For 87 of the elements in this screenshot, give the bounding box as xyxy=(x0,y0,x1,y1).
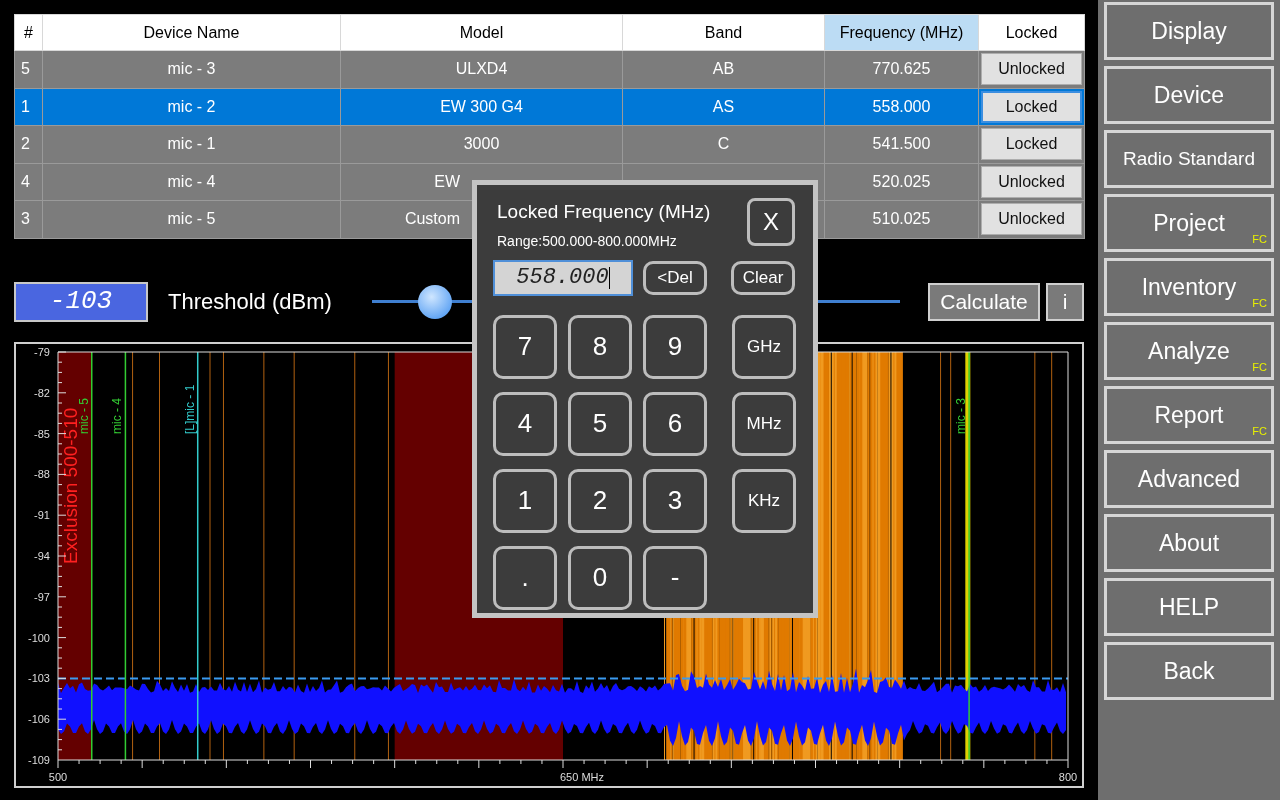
fc-label: FC xyxy=(1252,359,1267,375)
table-cell: 4 xyxy=(14,163,43,201)
axis-tick-label: -97 xyxy=(34,590,50,603)
table-cell: 510.025 xyxy=(824,200,979,238)
table-cell: 541.500 xyxy=(824,125,979,163)
sidebar-button[interactable]: HELP xyxy=(1104,578,1274,636)
table-cell: mic - 1 xyxy=(42,125,341,163)
axis-tick-label: 500 xyxy=(48,770,68,783)
sidebar-button[interactable]: Back xyxy=(1104,642,1274,700)
table-cell: mic - 2 xyxy=(42,88,341,126)
keypad-key[interactable]: . xyxy=(493,545,557,610)
axis-tick-label: -100 xyxy=(27,631,50,644)
table-cell: 3000 xyxy=(340,125,623,163)
sidebar-button[interactable]: Radio Standard xyxy=(1104,130,1274,188)
table-cell: mic - 3 xyxy=(42,50,341,88)
sidebar-button[interactable]: Display xyxy=(1104,2,1274,60)
column-header[interactable]: Band xyxy=(622,14,825,51)
fc-label: FC xyxy=(1252,423,1267,439)
keypad-key[interactable]: 9 xyxy=(643,314,707,379)
table-cell: ULXD4 xyxy=(340,50,623,88)
keypad-key[interactable]: 7 xyxy=(493,314,557,379)
table-cell: 3 xyxy=(14,200,43,238)
sidebar-button[interactable]: Analyze FC xyxy=(1104,322,1274,380)
column-header[interactable]: Device Name xyxy=(42,14,341,51)
keypad-key[interactable]: 8 xyxy=(568,314,632,379)
table-cell: C xyxy=(622,125,825,163)
threshold-display: -103 xyxy=(14,281,148,322)
table-cell: mic - 5 xyxy=(42,200,341,238)
column-header[interactable]: # xyxy=(14,14,43,51)
table-cell: AB xyxy=(622,50,825,88)
keypad-key[interactable]: 5 xyxy=(568,391,632,456)
table-cell: 1 xyxy=(14,88,43,126)
axis-tick-label: -82 xyxy=(34,386,50,399)
axis-tick-label: -85 xyxy=(34,427,50,440)
frequency-field[interactable]: 558.000 xyxy=(493,259,633,296)
info-button[interactable]: i xyxy=(1046,282,1084,321)
table-cell: 770.625 xyxy=(824,50,979,88)
sidebar-button[interactable]: Device xyxy=(1104,66,1274,124)
keypad-key[interactable]: 3 xyxy=(643,468,707,533)
lock-button[interactable]: Unlocked xyxy=(981,203,1082,236)
axis-tick-label: -94 xyxy=(34,549,50,562)
axis-tick-label: -103 xyxy=(27,671,50,684)
axis-tick-label: -91 xyxy=(34,508,50,521)
table-cell: 2 xyxy=(14,125,43,163)
keypad-key[interactable]: - xyxy=(643,545,707,610)
axis-tick-label: 650 MHz xyxy=(560,770,605,783)
table-cell: mic - 4 xyxy=(42,163,341,201)
sidebar-button[interactable]: About xyxy=(1104,514,1274,572)
axis-tick-label: 800 xyxy=(1058,770,1078,783)
table-cell: 558.000 xyxy=(824,88,979,126)
lock-button[interactable]: Unlocked xyxy=(981,165,1082,198)
keypad-key[interactable]: 4 xyxy=(493,391,557,456)
lock-button[interactable]: Unlocked xyxy=(981,53,1082,86)
lock-button[interactable]: Locked xyxy=(981,128,1082,161)
keypad-key[interactable]: 6 xyxy=(643,391,707,456)
axis-tick-label: -88 xyxy=(34,467,50,480)
fc-label: FC xyxy=(1252,231,1267,247)
marker-label: mic - 4 xyxy=(110,397,125,434)
marker-label: [L]mic - 1 xyxy=(182,384,197,434)
column-header[interactable]: Locked xyxy=(978,14,1085,51)
axis-tick-label: -106 xyxy=(27,712,50,725)
keypad-key[interactable]: 2 xyxy=(568,468,632,533)
sidebar-button[interactable]: Inventory FC xyxy=(1104,258,1274,316)
lock-button[interactable]: Locked xyxy=(981,90,1082,123)
threshold-label: Threshold (dBm) xyxy=(168,288,333,316)
delete-button[interactable]: <Del xyxy=(643,260,707,295)
sidebar-button[interactable]: Advanced xyxy=(1104,450,1274,508)
column-header[interactable]: Frequency (MHz) xyxy=(824,14,979,51)
column-header[interactable]: Model xyxy=(340,14,623,51)
axis-tick-label: -109 xyxy=(27,753,50,766)
marker-label: mic - 3 xyxy=(954,397,969,434)
calculate-button[interactable]: Calculate xyxy=(928,282,1040,321)
unit-button[interactable]: MHz xyxy=(732,391,796,456)
keypad-key[interactable]: 1 xyxy=(493,468,557,533)
keypad-key[interactable]: 0 xyxy=(568,545,632,610)
close-button[interactable]: X xyxy=(747,198,795,246)
sidebar-button[interactable]: Report FC xyxy=(1104,386,1274,444)
table-cell: 520.025 xyxy=(824,163,979,201)
clear-button[interactable]: Clear xyxy=(731,260,795,295)
unit-button[interactable]: KHz xyxy=(732,468,796,533)
table-cell: EW 300 G4 xyxy=(340,88,623,126)
sidebar-button[interactable]: Project FC xyxy=(1104,194,1274,252)
unit-button[interactable]: GHz xyxy=(732,314,796,379)
table-cell: AS xyxy=(622,88,825,126)
fc-label: FC xyxy=(1252,295,1267,311)
axis-tick-label: -79 xyxy=(34,345,50,358)
table-cell: 5 xyxy=(14,50,43,88)
